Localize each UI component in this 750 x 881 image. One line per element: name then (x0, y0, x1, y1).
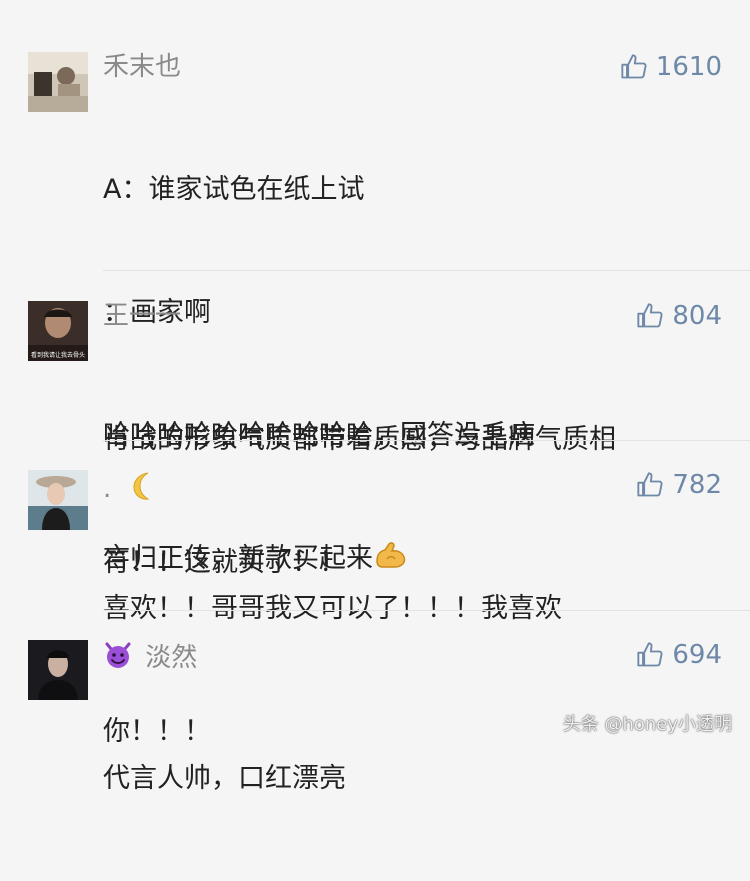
avatar[interactable]: 看到我请让我去骨头 (28, 301, 88, 361)
avatar-image (28, 640, 88, 700)
username[interactable]: 淡然 (103, 640, 197, 677)
watermark: 头条 @honey小透明 (562, 714, 732, 735)
username[interactable]: 禾末也 (103, 52, 181, 82)
like-button[interactable]: 804 (636, 301, 722, 331)
avatar-caption: 看到我请让我去骨头 (31, 351, 85, 359)
thumbs-up-icon (620, 53, 648, 81)
comment-line: 代言人帅，口红漂亮 (103, 763, 346, 794)
comment-line: ：画家啊 (103, 297, 211, 328)
comment-line: A：谁家试色在纸上试 (103, 174, 365, 205)
username-text: 淡然 (145, 643, 198, 673)
divider (103, 610, 750, 611)
comment-text: 代言人帅，口红漂亮 (103, 676, 722, 881)
crescent-moon-icon (128, 470, 160, 509)
like-button[interactable]: 694 (636, 640, 722, 670)
divider (103, 440, 750, 441)
like-count: 694 (672, 640, 722, 670)
avatar[interactable] (28, 470, 88, 530)
like-count: 782 (672, 470, 722, 500)
username[interactable]: 王一一 (103, 301, 181, 331)
avatar-image (28, 470, 88, 530)
divider (103, 270, 750, 271)
username-text: . (103, 474, 112, 504)
avatar[interactable] (28, 640, 88, 700)
username[interactable]: . (103, 470, 160, 509)
like-button[interactable]: 782 (636, 470, 722, 500)
smiling-devil-icon (103, 640, 133, 677)
avatar-image: 看到我请让我去骨头 (28, 301, 88, 361)
avatar-image (28, 52, 88, 112)
comment-line: 喜欢！！哥哥我又可以了！！！我喜欢 (103, 593, 562, 624)
like-count: 1610 (655, 52, 722, 82)
like-button[interactable]: 1610 (620, 52, 722, 82)
thumbs-up-icon (636, 471, 664, 499)
thumbs-up-icon (636, 641, 664, 669)
avatar[interactable] (28, 52, 88, 112)
thumbs-up-icon (636, 302, 664, 330)
like-count: 804 (672, 301, 722, 331)
